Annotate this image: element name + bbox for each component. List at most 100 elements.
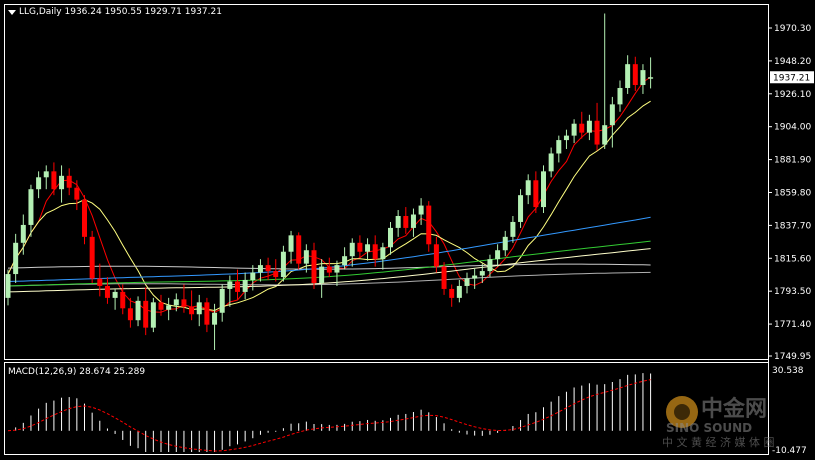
price-chart: LLG,Daily 1936.24 1950.55 1929.71 1937.2… <box>4 4 814 456</box>
candle-bull <box>525 180 531 196</box>
candle-bull <box>487 259 493 272</box>
candle-bull <box>5 274 11 298</box>
candle-bear <box>449 288 455 298</box>
candle-bear <box>311 250 317 283</box>
candle-bull <box>418 205 424 215</box>
candle-bear <box>372 244 378 260</box>
macd-axis: 30.538 -10.477 <box>772 366 807 456</box>
candle-bear <box>235 281 240 292</box>
candle-bull <box>342 256 348 266</box>
candle-bear <box>426 205 432 245</box>
candle-bull <box>227 281 233 289</box>
candle-bull <box>280 251 286 278</box>
symbol-dropdown-icon[interactable] <box>8 10 16 15</box>
candle-bull <box>349 242 355 257</box>
candle-bull <box>380 247 386 260</box>
price-tick-label: 1793.50 <box>774 287 811 297</box>
candle-bear <box>265 265 271 272</box>
candle-bull <box>365 244 371 252</box>
watermark-slogan: 中 文 黄 经 济 媒 体 圈 <box>662 435 774 449</box>
candle-bear <box>82 199 87 237</box>
candle-bear <box>51 171 57 190</box>
candle-bear <box>403 216 409 228</box>
candle-bear <box>594 120 600 145</box>
candle-bear <box>273 271 279 278</box>
candle-bull <box>502 236 508 251</box>
candle-bull <box>212 312 218 325</box>
candle-bull <box>135 300 141 321</box>
candle-bull <box>112 291 118 298</box>
candle-bull <box>495 250 501 260</box>
candle-bear <box>533 180 539 208</box>
candle-bull <box>219 288 225 313</box>
candle-bull <box>288 235 294 252</box>
price-tick-label: 1771.40 <box>774 320 811 330</box>
candle-bear <box>632 64 638 86</box>
candle-bull <box>303 250 309 264</box>
candle-bull <box>150 302 156 328</box>
price-tick-label: 1815.60 <box>774 254 811 264</box>
candle-bear <box>296 235 302 264</box>
candle-bull <box>541 171 546 208</box>
candle-bull <box>472 275 478 279</box>
candle-bull <box>609 104 615 126</box>
candle-bull <box>602 125 608 145</box>
candle-bull <box>319 266 325 283</box>
candle-bear <box>579 123 585 133</box>
candle-bear <box>181 299 187 307</box>
candle-bull <box>563 135 569 141</box>
macd-tick-label: -10.477 <box>772 446 807 456</box>
candle-bear <box>189 306 195 315</box>
candle-bear <box>127 308 133 321</box>
price-tick-label: 1970.30 <box>774 24 811 34</box>
price-tick-label: 1837.70 <box>774 221 811 231</box>
candle-bear <box>74 187 80 200</box>
candle-bull <box>250 272 256 281</box>
price-tick-label: 1859.80 <box>774 188 811 198</box>
candle-bear <box>89 236 95 279</box>
candle-bull <box>640 70 646 86</box>
candle-bull <box>196 302 202 315</box>
candle-bear <box>326 266 332 273</box>
candle-bull <box>36 177 42 190</box>
candle-bull <box>518 195 524 222</box>
current-price-tag: 1937.21 <box>770 71 814 84</box>
candle-bull <box>166 305 172 310</box>
macd-histogram <box>7 373 652 452</box>
symbol-header: LLG,Daily 1936.24 1950.55 1929.71 1937.2… <box>19 7 222 17</box>
candle-bear <box>104 285 110 298</box>
candle-bull <box>20 224 26 243</box>
price-tick-label: 1926.10 <box>774 90 811 100</box>
candle-bull <box>479 271 485 276</box>
macd-signal-line <box>7 379 651 452</box>
candle-bull <box>556 140 562 154</box>
candle-bear <box>441 266 447 289</box>
watermark: 中金网 SINO SOUND 中 文 黄 经 济 媒 体 圈 <box>662 396 774 449</box>
macd-header: MACD(12,26,9) 28.674 25.289 <box>8 367 145 377</box>
candle-bull <box>395 216 401 228</box>
candle-bull <box>28 189 34 225</box>
candle-bear <box>204 302 210 325</box>
candle-bull <box>617 87 623 105</box>
candle-bull <box>173 299 179 306</box>
candle-bull <box>625 64 631 88</box>
price-tick-label: 1749.95 <box>774 352 811 362</box>
candle-bear <box>433 244 439 267</box>
candle-bear <box>357 242 363 252</box>
candle-bull <box>388 227 393 248</box>
candle-bear <box>97 278 103 286</box>
price-tick-label: 1948.20 <box>774 57 811 67</box>
candle-bear <box>120 291 126 309</box>
candle-bull <box>242 280 248 292</box>
candle-bull <box>464 278 470 286</box>
candle-bear <box>158 302 164 310</box>
candle-bear <box>143 300 149 328</box>
macd-tick-label: 30.538 <box>772 366 804 376</box>
candle-bull <box>571 123 577 136</box>
watermark-brand-en: SINO SOUND <box>666 421 752 435</box>
candle-bull <box>456 285 462 298</box>
candle-bull <box>648 77 654 79</box>
candle-bull <box>13 242 19 275</box>
watermark-brand-cn: 中金网 <box>701 396 767 422</box>
current-price-label: 1937.21 <box>773 73 810 83</box>
